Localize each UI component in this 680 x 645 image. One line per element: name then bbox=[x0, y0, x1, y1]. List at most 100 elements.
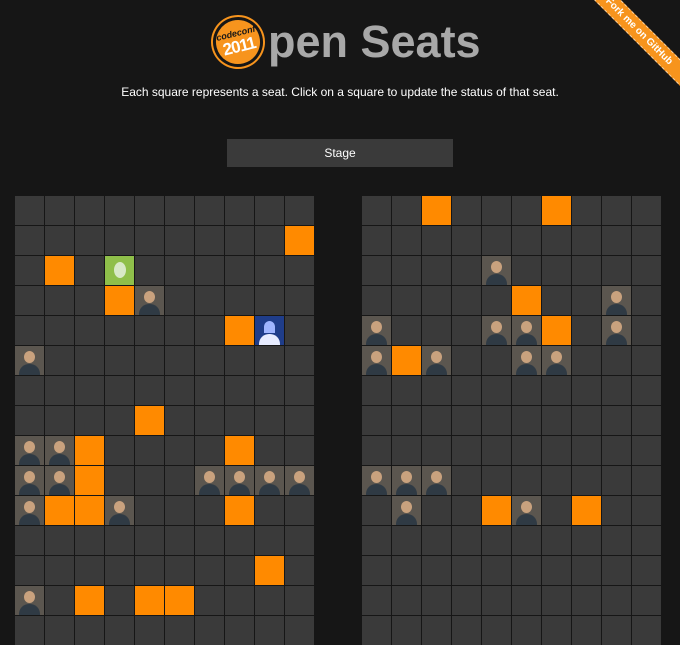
seat-empty[interactable] bbox=[285, 556, 314, 585]
seat-empty[interactable] bbox=[362, 496, 391, 525]
seat-empty[interactable] bbox=[285, 616, 314, 645]
seat-empty[interactable] bbox=[285, 526, 314, 555]
seat-empty[interactable] bbox=[362, 256, 391, 285]
seat-empty[interactable] bbox=[165, 196, 194, 225]
seat-avatar[interactable] bbox=[15, 346, 44, 375]
seat-empty[interactable] bbox=[422, 226, 451, 255]
seat-avatar[interactable] bbox=[255, 466, 284, 495]
seat-empty[interactable] bbox=[45, 556, 74, 585]
seat-empty[interactable] bbox=[165, 406, 194, 435]
seat-avatar[interactable] bbox=[15, 496, 44, 525]
seat-empty[interactable] bbox=[75, 616, 104, 645]
seat-empty[interactable] bbox=[225, 406, 254, 435]
seat-empty[interactable] bbox=[512, 406, 541, 435]
seat-empty[interactable] bbox=[392, 586, 421, 615]
seat-empty[interactable] bbox=[362, 226, 391, 255]
seat-empty[interactable] bbox=[225, 526, 254, 555]
seat-empty[interactable] bbox=[572, 196, 601, 225]
seat-occupied[interactable] bbox=[45, 496, 74, 525]
seat-empty[interactable] bbox=[542, 616, 571, 645]
seat-empty[interactable] bbox=[285, 406, 314, 435]
seat-empty[interactable] bbox=[452, 496, 481, 525]
seat-empty[interactable] bbox=[512, 586, 541, 615]
seat-empty[interactable] bbox=[255, 196, 284, 225]
seat-empty[interactable] bbox=[392, 436, 421, 465]
seat-empty[interactable] bbox=[632, 286, 661, 315]
seat-empty[interactable] bbox=[195, 196, 224, 225]
seat-empty[interactable] bbox=[452, 226, 481, 255]
seat-empty[interactable] bbox=[105, 616, 134, 645]
seat-empty[interactable] bbox=[15, 286, 44, 315]
seat-empty[interactable] bbox=[572, 616, 601, 645]
seat-empty[interactable] bbox=[75, 286, 104, 315]
seat-empty[interactable] bbox=[135, 556, 164, 585]
seat-empty[interactable] bbox=[195, 376, 224, 405]
seat-empty[interactable] bbox=[482, 376, 511, 405]
seat-occupied[interactable] bbox=[285, 226, 314, 255]
seat-empty[interactable] bbox=[422, 616, 451, 645]
seat-empty[interactable] bbox=[255, 496, 284, 525]
seat-avatar[interactable] bbox=[512, 496, 541, 525]
seat-avatar[interactable] bbox=[15, 436, 44, 465]
seat-empty[interactable] bbox=[15, 196, 44, 225]
seat-empty[interactable] bbox=[602, 376, 631, 405]
seat-empty[interactable] bbox=[572, 556, 601, 585]
seat-empty[interactable] bbox=[285, 496, 314, 525]
seat-empty[interactable] bbox=[422, 316, 451, 345]
seat-empty[interactable] bbox=[602, 226, 631, 255]
seat-empty[interactable] bbox=[362, 376, 391, 405]
seat-empty[interactable] bbox=[15, 316, 44, 345]
github-ribbon[interactable]: Fork me on GitHub bbox=[580, 0, 680, 100]
seat-empty[interactable] bbox=[572, 256, 601, 285]
seat-empty[interactable] bbox=[632, 436, 661, 465]
seat-empty[interactable] bbox=[422, 436, 451, 465]
seat-empty[interactable] bbox=[225, 256, 254, 285]
seat-empty[interactable] bbox=[135, 526, 164, 555]
seat-empty[interactable] bbox=[165, 286, 194, 315]
seat-empty[interactable] bbox=[75, 526, 104, 555]
seat-empty[interactable] bbox=[105, 196, 134, 225]
seat-empty[interactable] bbox=[632, 256, 661, 285]
seat-avatar[interactable] bbox=[15, 466, 44, 495]
seat-empty[interactable] bbox=[602, 496, 631, 525]
seat-occupied[interactable] bbox=[255, 556, 284, 585]
seat-avatar[interactable] bbox=[602, 316, 631, 345]
seat-empty[interactable] bbox=[285, 586, 314, 615]
seat-empty[interactable] bbox=[75, 346, 104, 375]
seat-avatar[interactable] bbox=[542, 346, 571, 375]
seat-empty[interactable] bbox=[602, 406, 631, 435]
seat-occupied[interactable] bbox=[165, 586, 194, 615]
seat-empty[interactable] bbox=[512, 526, 541, 555]
seat-empty[interactable] bbox=[195, 616, 224, 645]
seat-empty[interactable] bbox=[105, 436, 134, 465]
seat-empty[interactable] bbox=[135, 616, 164, 645]
seat-avatar[interactable] bbox=[45, 466, 74, 495]
seat-occupied[interactable] bbox=[225, 496, 254, 525]
seat-empty[interactable] bbox=[255, 616, 284, 645]
seat-empty[interactable] bbox=[572, 286, 601, 315]
seat-empty[interactable] bbox=[362, 196, 391, 225]
seat-empty[interactable] bbox=[632, 526, 661, 555]
seat-empty[interactable] bbox=[165, 556, 194, 585]
seat-empty[interactable] bbox=[572, 586, 601, 615]
seat-empty[interactable] bbox=[572, 466, 601, 495]
seat-occupied[interactable] bbox=[75, 436, 104, 465]
seat-empty[interactable] bbox=[542, 436, 571, 465]
seat-empty[interactable] bbox=[452, 616, 481, 645]
seat-empty[interactable] bbox=[75, 226, 104, 255]
seat-occupied[interactable] bbox=[135, 406, 164, 435]
seat-empty[interactable] bbox=[75, 556, 104, 585]
seat-empty[interactable] bbox=[572, 436, 601, 465]
seat-empty[interactable] bbox=[572, 376, 601, 405]
seat-empty[interactable] bbox=[255, 526, 284, 555]
seat-occupied[interactable] bbox=[512, 286, 541, 315]
seat-empty[interactable] bbox=[392, 616, 421, 645]
seat-empty[interactable] bbox=[225, 376, 254, 405]
seat-avatar[interactable] bbox=[602, 286, 631, 315]
seat-empty[interactable] bbox=[105, 346, 134, 375]
seat-empty[interactable] bbox=[632, 316, 661, 345]
seat-occupied[interactable] bbox=[105, 286, 134, 315]
seat-empty[interactable] bbox=[452, 556, 481, 585]
seat-empty[interactable] bbox=[165, 496, 194, 525]
seat-empty[interactable] bbox=[255, 286, 284, 315]
